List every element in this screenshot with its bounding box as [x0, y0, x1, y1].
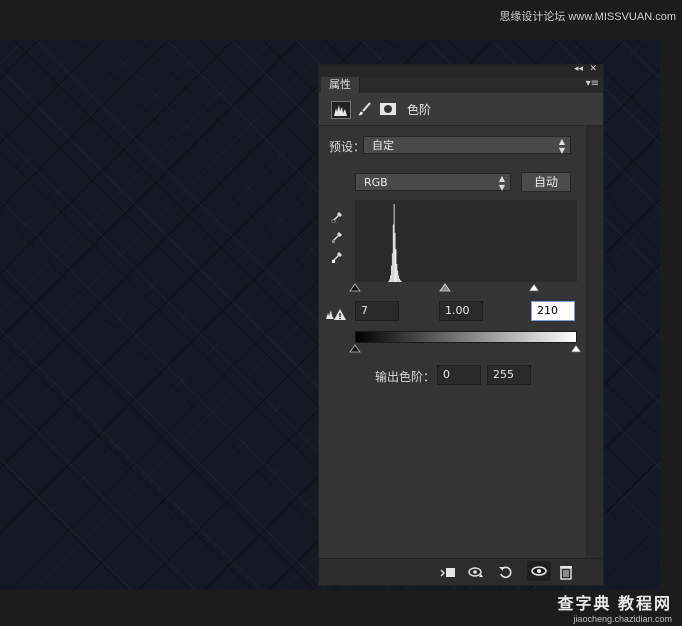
panel-title: 色阶	[407, 103, 432, 117]
histogram-bar	[400, 281, 402, 282]
histogram-bar	[389, 279, 391, 282]
gray-point-eyedropper-icon[interactable]	[331, 228, 345, 243]
panel-menu-icon[interactable]: ▾≡	[586, 78, 599, 89]
panel-header: 色阶	[319, 93, 603, 126]
visibility-toggle[interactable]	[527, 561, 551, 581]
histogram-bar	[390, 275, 391, 282]
preset-value: 自定	[372, 139, 394, 152]
watermark-top: 思缘设计论坛 www.MISSVUAN.com	[499, 11, 676, 23]
eye-icon	[531, 566, 547, 576]
channel-dropdown[interactable]: RGB ▲ ▼	[355, 173, 511, 192]
histogram-bar	[398, 275, 400, 282]
output-black-handle[interactable]	[349, 344, 361, 353]
panel-footer	[319, 558, 603, 585]
white-point-eyedropper-icon[interactable]	[331, 248, 345, 263]
output-black-field[interactable]: 0	[437, 365, 481, 385]
histogram-bar	[393, 204, 395, 282]
panel-tabbar: 属性 ▾≡	[319, 77, 603, 93]
output-gradient-bar	[355, 331, 577, 343]
histogram-bar	[397, 270, 399, 282]
dropdown-arrows-icon: ▲ ▼	[558, 137, 565, 155]
collapse-panel-button[interactable]: ◂◂	[574, 64, 583, 74]
levels-adjustment-icon[interactable]	[331, 101, 351, 119]
histogram-bar	[392, 224, 394, 282]
input-gamma-handle[interactable]	[439, 283, 451, 292]
input-black-field[interactable]: 7	[355, 301, 399, 321]
preset-dropdown[interactable]: 自定 ▲ ▼	[363, 136, 571, 155]
panel-topbar: ◂◂ ✕	[319, 64, 603, 77]
trash-icon[interactable]	[557, 564, 575, 580]
black-point-eyedropper-icon[interactable]	[331, 208, 345, 224]
preset-label: 预设：	[329, 140, 366, 154]
output-slider-handles	[349, 344, 582, 353]
histogram	[355, 200, 577, 282]
clip-to-layer-icon[interactable]	[439, 564, 457, 580]
histogram-bar	[400, 280, 401, 282]
input-slider-handles	[349, 283, 540, 292]
histogram-bar	[394, 232, 396, 282]
histogram-bar	[391, 253, 393, 282]
mask-icon[interactable]	[379, 101, 397, 117]
view-previous-state-icon[interactable]	[467, 564, 485, 580]
watermark-bottom-title: 查字典 教程网	[557, 596, 672, 613]
input-white-field[interactable]: 210	[531, 301, 575, 321]
brush-icon[interactable]	[356, 101, 374, 117]
input-black-handle[interactable]	[349, 283, 361, 292]
levels-body: 预设： 自定 ▲ ▼ RGB ▲ ▼ 自动 7 1.00 210 输出色阶： 0…	[319, 126, 587, 559]
histogram-bar	[391, 265, 392, 282]
close-panel-button[interactable]: ✕	[589, 64, 597, 74]
histogram-bar	[395, 249, 397, 282]
histogram-bar	[396, 263, 398, 282]
input-white-handle[interactable]	[528, 283, 540, 292]
dropdown-arrows-icon: ▲ ▼	[498, 174, 505, 192]
output-white-field[interactable]: 255	[487, 365, 531, 385]
histogram-bar	[388, 281, 390, 282]
input-gamma-field[interactable]: 1.00	[439, 301, 483, 321]
tab-properties[interactable]: 属性	[321, 77, 360, 93]
auto-button[interactable]: 自动	[521, 172, 571, 192]
watermark-bottom: 查字典 教程网 jiaocheng.chazidian.com	[558, 590, 672, 624]
clipping-warning-icon[interactable]	[325, 306, 347, 320]
properties-panel: ◂◂ ✕ 属性 ▾≡ 色阶 预设： 自定 ▲ ▼ RGB ▲ ▼ 自动 7 1.…	[318, 64, 604, 586]
panel-scrollbar[interactable]	[586, 126, 603, 559]
watermark-bottom-url: jiaocheng.chazidian.com	[573, 614, 672, 624]
reset-icon[interactable]	[497, 564, 515, 580]
channel-value: RGB	[364, 176, 388, 189]
output-levels-label: 输出色阶：	[375, 370, 436, 384]
output-white-handle[interactable]	[570, 344, 582, 353]
histogram-bar	[399, 278, 400, 282]
